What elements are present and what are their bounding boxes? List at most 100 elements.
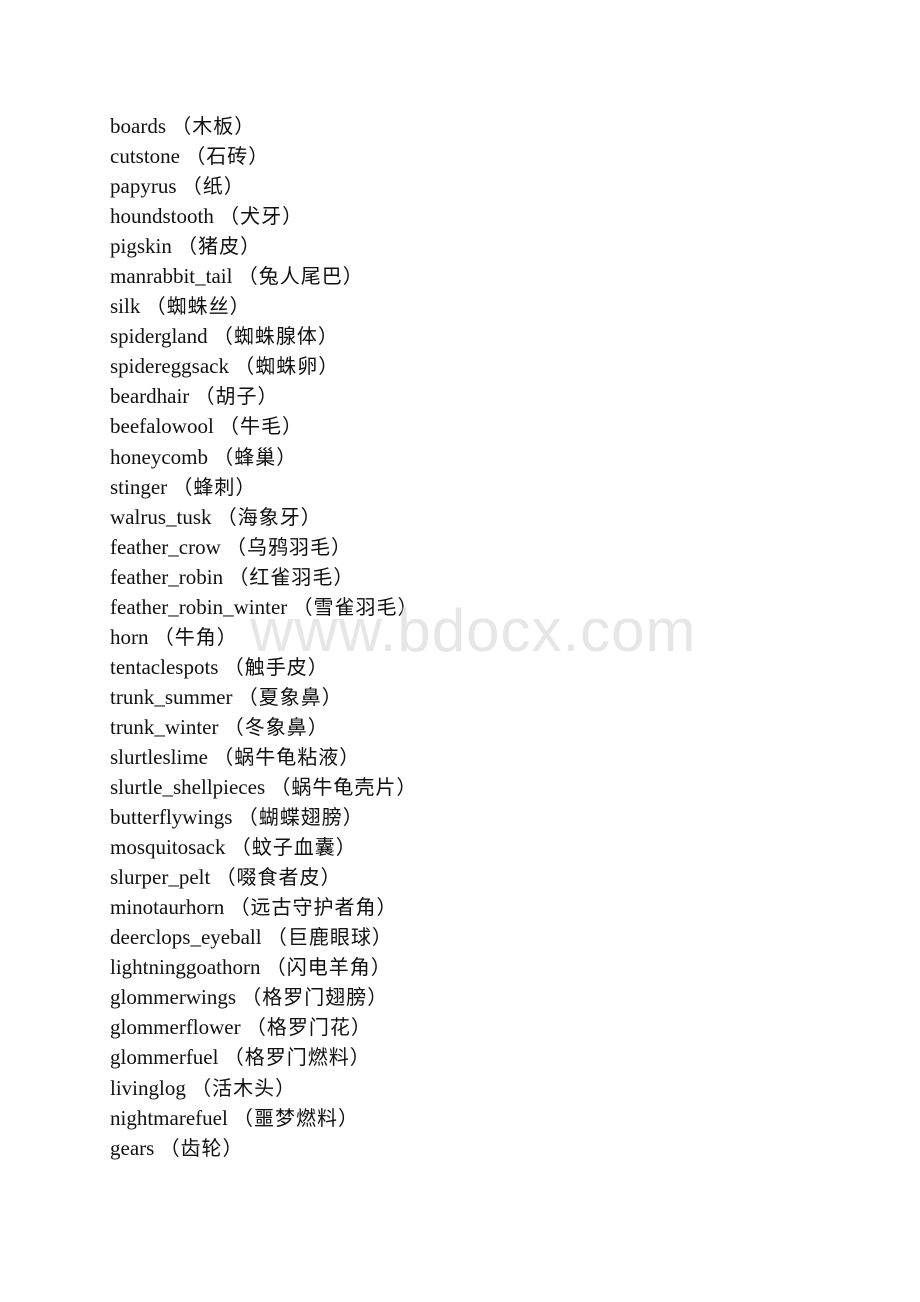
item-english-name: feather_crow	[110, 534, 221, 559]
item-english-name: houndstooth	[110, 204, 214, 229]
list-item: silk （蜘蛛丝）	[110, 291, 419, 321]
item-chinese-name: （牛毛）	[219, 414, 304, 439]
item-chinese-name: （夏象鼻）	[237, 684, 343, 709]
list-item: trunk_summer （夏象鼻）	[110, 682, 419, 712]
item-english-name: spidergland	[110, 324, 208, 349]
list-item: horn （牛角）	[110, 622, 419, 652]
list-item: papyrus （纸）	[110, 171, 419, 201]
item-english-name: glommerfuel	[110, 1045, 219, 1070]
item-chinese-name: （红雀羽毛）	[228, 564, 355, 589]
item-chinese-name: （冬象鼻）	[223, 714, 329, 739]
list-item: nightmarefuel （噩梦燃料）	[110, 1103, 419, 1133]
item-english-name: silk	[110, 294, 141, 319]
item-english-name: manrabbit_tail	[110, 264, 233, 289]
list-item: manrabbit_tail （兔人尾巴）	[110, 261, 419, 291]
item-chinese-name: （纸）	[181, 174, 245, 199]
item-chinese-name: （蚊子血囊）	[230, 835, 357, 860]
item-chinese-name: （牛角）	[153, 624, 238, 649]
item-english-name: deerclops_eyeball	[110, 925, 262, 950]
list-item: spidergland （蜘蛛腺体）	[110, 321, 419, 351]
item-english-name: minotaurhorn	[110, 895, 225, 920]
item-english-name: pigskin	[110, 234, 172, 259]
item-chinese-name: （蜂巢）	[213, 444, 298, 469]
list-item: stinger （蜂刺）	[110, 472, 419, 502]
item-english-name: lightninggoathorn	[110, 955, 261, 980]
item-english-name: glommerflower	[110, 1015, 241, 1040]
item-english-name: butterflywings	[110, 805, 233, 830]
item-english-name: slurper_pelt	[110, 865, 211, 890]
list-item: glommerfuel （格罗门燃料）	[110, 1042, 419, 1072]
item-english-name: walrus_tusk	[110, 504, 212, 529]
item-list: boards （木板） cutstone （石砖） papyrus （纸） hound…	[110, 111, 419, 1163]
list-item: feather_robin_winter （雪雀羽毛）	[110, 592, 419, 622]
item-chinese-name: （猪皮）	[177, 234, 262, 259]
item-chinese-name: （雪雀羽毛）	[292, 594, 419, 619]
item-chinese-name: （木板）	[171, 114, 256, 138]
item-chinese-name: （蜂刺）	[172, 474, 257, 499]
item-chinese-name: （啜食者皮）	[215, 865, 342, 890]
item-chinese-name: （齿轮）	[159, 1135, 244, 1160]
item-english-name: gears	[110, 1135, 155, 1160]
item-chinese-name: （胡子）	[194, 384, 279, 409]
item-english-name: nightmarefuel	[110, 1105, 228, 1130]
item-chinese-name: （蜘蛛卵）	[234, 354, 340, 379]
item-chinese-name: （闪电羊角）	[265, 955, 392, 980]
list-item: pigskin （猪皮）	[110, 231, 419, 261]
item-chinese-name: （格罗门翅膀）	[241, 985, 389, 1010]
item-english-name: feather_robin	[110, 564, 224, 589]
list-item: lightninggoathorn （闪电羊角）	[110, 952, 419, 982]
item-english-name: stinger	[110, 474, 168, 499]
item-chinese-name: （格罗门花）	[245, 1015, 372, 1040]
item-english-name: slurtleslime	[110, 744, 208, 769]
item-english-name: trunk_summer	[110, 684, 233, 709]
item-english-name: beardhair	[110, 384, 190, 409]
item-english-name: livinglog	[110, 1075, 186, 1100]
item-chinese-name: （噩梦燃料）	[233, 1105, 360, 1130]
list-item: glommerwings （格罗门翅膀）	[110, 982, 419, 1012]
item-english-name: glommerwings	[110, 985, 236, 1010]
list-item: tentaclespots （触手皮）	[110, 652, 419, 682]
item-english-name: boards	[110, 114, 166, 138]
item-english-name: trunk_winter	[110, 714, 219, 739]
list-item: gears （齿轮）	[110, 1133, 419, 1163]
list-item: slurtle_shellpieces （蜗牛龟壳片）	[110, 772, 419, 802]
list-item: slurtleslime （蜗牛龟粘液）	[110, 742, 419, 772]
list-item: trunk_winter （冬象鼻）	[110, 712, 419, 742]
item-chinese-name: （蝴蝶翅膀）	[237, 805, 364, 830]
list-item: slurper_pelt （啜食者皮）	[110, 862, 419, 892]
list-item: minotaurhorn （远古守护者角）	[110, 892, 419, 922]
item-chinese-name: （蜘蛛丝）	[145, 294, 251, 319]
list-item: spidereggsack （蜘蛛卵）	[110, 351, 419, 381]
item-english-name: papyrus	[110, 174, 177, 199]
item-chinese-name: （兔人尾巴）	[237, 264, 364, 289]
list-item: boards （木板）	[110, 111, 419, 141]
document-page: boards （木板） cutstone （石砖） papyrus （纸） hound…	[0, 0, 920, 1302]
item-english-name: mosquitosack	[110, 835, 226, 860]
list-item: mosquitosack （蚊子血囊）	[110, 832, 419, 862]
list-item: houndstooth （犬牙）	[110, 201, 419, 231]
item-chinese-name: （犬牙）	[219, 204, 304, 229]
item-chinese-name: （活木头）	[191, 1075, 297, 1100]
item-chinese-name: （触手皮）	[223, 654, 329, 679]
list-item: glommerflower （格罗门花）	[110, 1012, 419, 1042]
item-english-name: spidereggsack	[110, 354, 229, 379]
item-chinese-name: （蜗牛龟粘液）	[213, 744, 361, 769]
list-item: cutstone （石砖）	[110, 141, 419, 171]
item-chinese-name: （乌鸦羽毛）	[226, 534, 353, 559]
list-item: feather_crow （乌鸦羽毛）	[110, 532, 419, 562]
item-english-name: slurtle_shellpieces	[110, 775, 266, 800]
list-item: walrus_tusk （海象牙）	[110, 502, 419, 532]
list-item: deerclops_eyeball （巨鹿眼球）	[110, 922, 419, 952]
item-chinese-name: （石砖）	[185, 144, 270, 169]
item-english-name: beefalowool	[110, 414, 214, 439]
item-english-name: feather_robin_winter	[110, 594, 288, 619]
list-item: livinglog （活木头）	[110, 1073, 419, 1103]
item-chinese-name: （海象牙）	[216, 504, 322, 529]
list-item: feather_robin （红雀羽毛）	[110, 562, 419, 592]
item-english-name: tentaclespots	[110, 654, 219, 679]
item-chinese-name: （巨鹿眼球）	[266, 925, 393, 950]
list-item: butterflywings （蝴蝶翅膀）	[110, 802, 419, 832]
item-english-name: cutstone	[110, 144, 180, 169]
list-item: honeycomb （蜂巢）	[110, 442, 419, 472]
list-item: beefalowool （牛毛）	[110, 411, 419, 441]
